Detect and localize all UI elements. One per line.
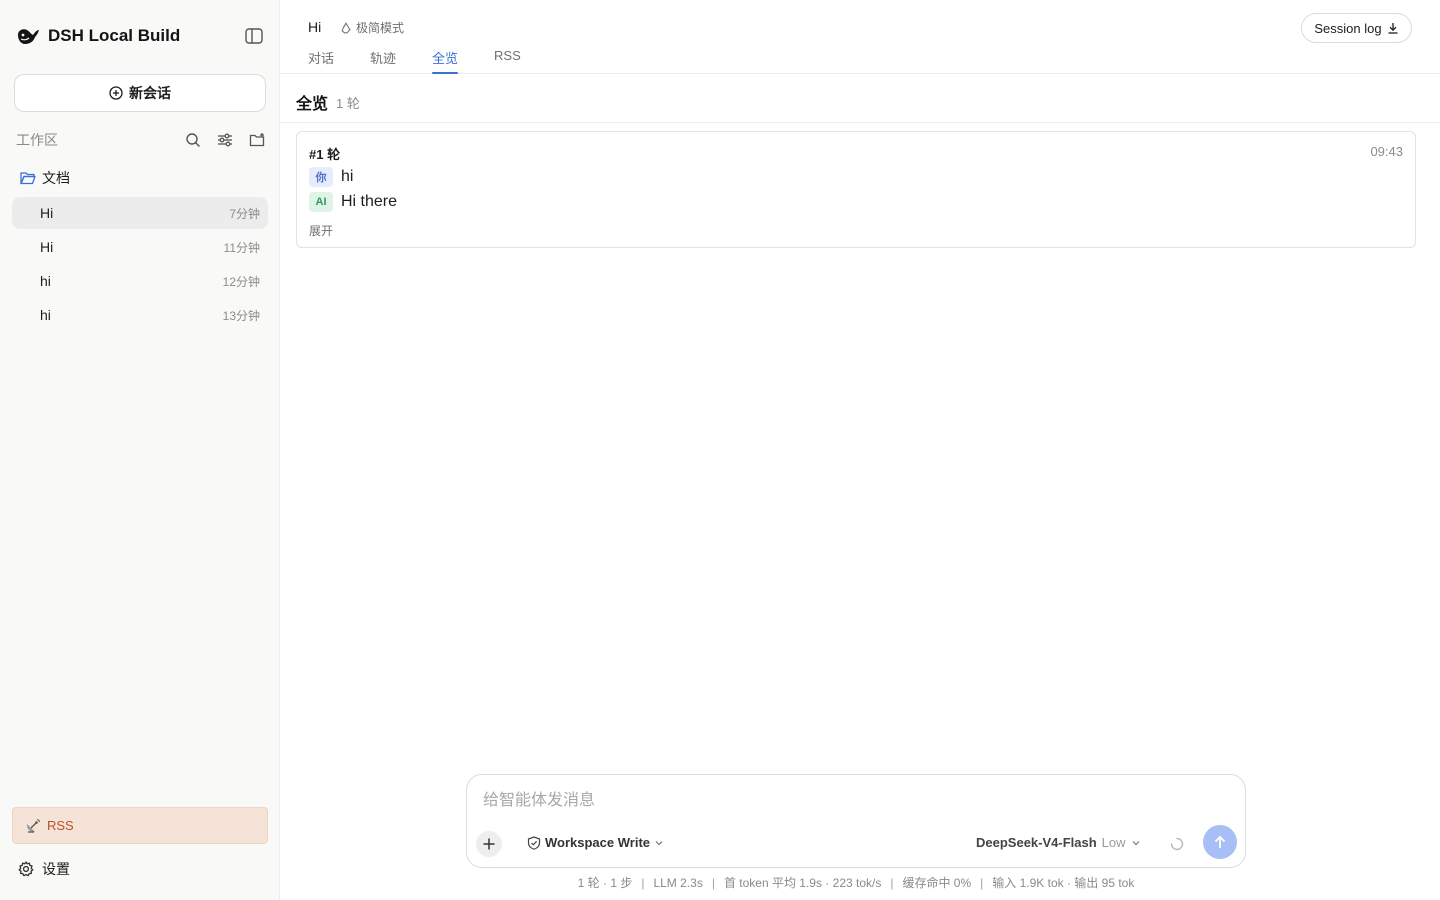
plus-icon — [483, 838, 495, 850]
plus-circle-icon — [109, 86, 123, 100]
tab-chat[interactable]: 对话 — [308, 48, 334, 74]
rss-label: RSS — [47, 818, 74, 833]
header: Hi 极简模式 对话 轨迹 全览 RSS Session log — [280, 0, 1440, 74]
new-folder-icon[interactable] — [248, 131, 266, 149]
round-time: 09:43 — [1370, 144, 1403, 159]
workspace-row: 工作区 — [16, 130, 266, 150]
overview-title: 全览 — [296, 96, 329, 113]
settings-button[interactable]: 设置 — [18, 859, 70, 879]
arrow-up-icon — [1214, 835, 1226, 848]
session-item[interactable]: hi 13分钟 — [12, 299, 268, 331]
session-title-heading: Hi — [308, 19, 322, 35]
model-selector[interactable]: DeepSeek-V4-Flash Low — [976, 835, 1141, 850]
settings-label: 设置 — [42, 861, 70, 877]
overview-count: 1 轮 — [336, 96, 360, 111]
brand-title: DSH Local Build — [48, 26, 181, 45]
sidebar: DSH Local Build 新会话 工作区 文档 Hi 7分钟 Hi 11分… — [0, 0, 280, 900]
ai-badge: AI — [309, 192, 333, 212]
add-attachment-button[interactable] — [476, 831, 502, 857]
stat-llm: LLM 2.3s — [653, 876, 703, 890]
model-level: Low — [1101, 835, 1126, 850]
sidebar-toggle-icon[interactable] — [244, 27, 264, 45]
session-title: Hi — [40, 205, 54, 221]
folder-documents[interactable]: 文档 — [20, 168, 70, 188]
session-time: 11分钟 — [223, 240, 260, 255]
message-input[interactable] — [483, 789, 1223, 813]
loading-spinner-icon — [1169, 836, 1185, 852]
brand: DSH Local Build — [16, 24, 180, 48]
whale-logo-icon — [16, 24, 40, 48]
mode-label: 极简模式 — [356, 21, 405, 35]
search-icon[interactable] — [184, 131, 202, 149]
new-chat-label: 新会话 — [129, 85, 171, 101]
user-message: 你 hi — [309, 167, 353, 187]
download-icon — [1388, 23, 1398, 34]
ai-message: AI Hi there — [309, 192, 397, 212]
session-log-button[interactable]: Session log — [1301, 13, 1412, 43]
tab-overview[interactable]: 全览 — [432, 48, 459, 74]
session-title: hi — [40, 307, 51, 323]
usage-stats: 1 轮 · 1 步 | LLM 2.3s | 首 token 平均 1.9s · 223… — [577, 876, 1135, 890]
session-item[interactable]: hi 12分钟 — [12, 265, 268, 297]
round-label: #1 轮 — [309, 147, 341, 162]
model-name: DeepSeek-V4-Flash — [976, 835, 1097, 850]
session-list: Hi 7分钟 Hi 11分钟 hi 12分钟 hi 13分钟 — [12, 197, 268, 333]
workspace-label: 工作区 — [16, 132, 58, 148]
folder-open-icon — [20, 172, 36, 185]
minimal-mode-badge[interactable]: 极简模式 — [340, 19, 404, 36]
tab-trace[interactable]: 轨迹 — [370, 48, 396, 74]
session-item[interactable]: Hi 7分钟 — [12, 197, 268, 229]
session-title: hi — [40, 273, 51, 289]
tab-rss[interactable]: RSS — [494, 48, 521, 74]
satellite-dish-icon — [26, 818, 41, 833]
shield-check-icon — [527, 835, 541, 850]
send-button[interactable] — [1203, 825, 1237, 859]
session-time: 12分钟 — [222, 274, 260, 289]
recycle-icon — [341, 22, 351, 33]
gear-icon — [18, 861, 34, 877]
ai-message-text: Hi there — [341, 193, 398, 210]
main-panel: Hi 极简模式 对话 轨迹 全览 RSS Session log 全览 1 轮 … — [280, 0, 1440, 900]
session-log-label: Session log — [1314, 20, 1382, 36]
session-time: 13分钟 — [222, 308, 260, 323]
chevron-down-icon — [655, 840, 663, 845]
stat-cache: 缓存命中 0% — [902, 876, 972, 890]
user-message-text: hi — [341, 168, 354, 185]
filter-sliders-icon[interactable] — [216, 131, 234, 149]
stat-turns: 1 轮 · 1 步 — [577, 876, 633, 890]
session-time: 7分钟 — [229, 206, 260, 221]
tab-bar: 对话 轨迹 全览 RSS — [308, 48, 521, 74]
session-item[interactable]: Hi 11分钟 — [12, 231, 268, 263]
rss-button[interactable]: RSS — [12, 807, 268, 844]
user-badge: 你 — [309, 167, 333, 187]
expand-link[interactable]: 展开 — [309, 222, 333, 239]
composer: Workspace Write DeepSeek-V4-Flash Low — [466, 774, 1246, 868]
chevron-down-icon — [1132, 840, 1139, 845]
permission-label: Workspace Write — [545, 835, 651, 850]
new-chat-button[interactable]: 新会话 — [14, 74, 266, 112]
permission-selector[interactable]: Workspace Write — [527, 835, 664, 850]
stat-first-token: 首 token 平均 1.9s · 223 tok/s — [723, 876, 882, 890]
overview-header: 全览 1 轮 — [280, 74, 1440, 123]
round-card: #1 轮 09:43 你 hi AI Hi there 展开 — [296, 131, 1416, 248]
session-title: Hi — [40, 239, 54, 255]
folder-label: 文档 — [42, 170, 70, 186]
stat-tokens: 输入 1.9K tok · 输出 95 tok — [992, 876, 1135, 890]
